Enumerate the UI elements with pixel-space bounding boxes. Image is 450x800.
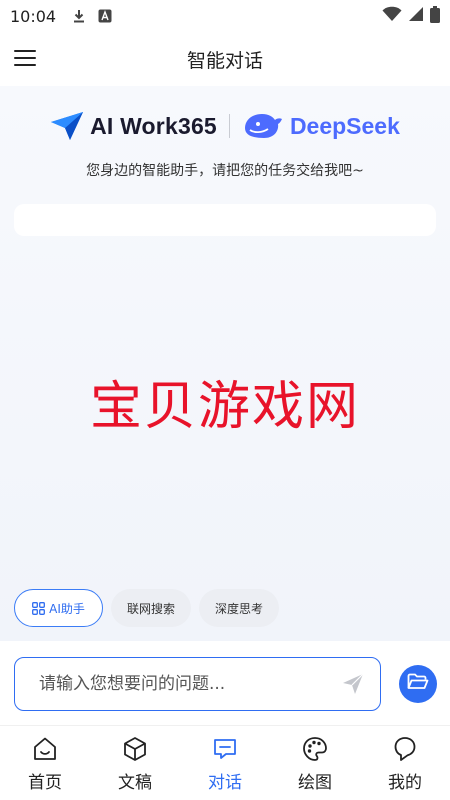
chip-label: 深度思考 xyxy=(215,601,264,616)
page-title: 智能对话 xyxy=(186,49,263,72)
watermark-text: 宝贝游戏网 xyxy=(89,377,360,437)
tab-label: 我的 xyxy=(388,773,422,793)
brand-logos: AI Work365 DeepSeek xyxy=(0,106,450,146)
palette-icon xyxy=(300,734,330,764)
aiwork365-logo: AI Work365 xyxy=(50,111,217,141)
profile-icon xyxy=(390,734,420,764)
chip-web-search[interactable]: 联网搜索 xyxy=(111,589,192,627)
folder-button[interactable] xyxy=(399,665,437,703)
question-input[interactable] xyxy=(39,674,340,694)
question-input-box[interactable] xyxy=(14,657,381,711)
home-icon xyxy=(30,734,60,764)
aiwork365-text: AI Work365 xyxy=(90,112,217,139)
deepseek-text: DeepSeek xyxy=(289,112,400,139)
chip-ai-assistant[interactable]: AI助手 xyxy=(14,589,103,627)
tab-profile[interactable]: 我的 xyxy=(360,726,450,800)
status-indicators xyxy=(382,5,440,27)
grid-icon xyxy=(32,601,46,615)
bottom-tab-bar: 首页 文稿 对话 绘图 我的 xyxy=(0,725,450,800)
battery-icon xyxy=(430,5,440,27)
tab-label: 首页 xyxy=(28,773,62,793)
wifi-icon xyxy=(382,6,402,26)
tab-home[interactable]: 首页 xyxy=(0,726,90,800)
menu-icon[interactable] xyxy=(14,47,36,69)
tab-label: 绘图 xyxy=(298,773,332,793)
brand-divider xyxy=(228,114,230,138)
send-icon[interactable] xyxy=(340,671,366,697)
status-time: 10:04 xyxy=(10,6,57,26)
tab-documents[interactable]: 文稿 xyxy=(90,726,180,800)
paper-plane-icon xyxy=(51,112,84,140)
status-bar: 10:04 xyxy=(0,0,450,32)
whale-icon xyxy=(244,114,282,138)
input-bar xyxy=(0,641,450,725)
chip-deep-thinking[interactable]: 深度思考 xyxy=(199,589,280,627)
chat-area: AI Work365 DeepSeek 您身边的智能助手，请把您的任务交给我吧~… xyxy=(0,86,450,641)
tab-label: 对话 xyxy=(208,773,242,793)
tab-drawing[interactable]: 绘图 xyxy=(270,726,360,800)
download-icon xyxy=(70,7,88,25)
deepseek-logo: DeepSeek xyxy=(242,110,400,142)
chat-icon xyxy=(210,734,240,764)
signal-icon xyxy=(408,6,424,26)
tagline: 您身边的智能助手，请把您的任务交给我吧~ xyxy=(86,163,364,179)
app-bar: 智能对话 xyxy=(0,32,450,86)
chip-label: AI助手 xyxy=(49,601,85,616)
tab-label: 文稿 xyxy=(118,773,152,793)
tab-chat[interactable]: 对话 xyxy=(180,726,270,800)
chip-label: 联网搜索 xyxy=(127,601,176,616)
mode-chips: AI助手 联网搜索 深度思考 xyxy=(14,589,280,627)
font-notification-icon xyxy=(96,7,114,25)
folder-open-icon xyxy=(407,673,429,695)
info-card xyxy=(14,204,436,236)
cube-icon xyxy=(120,734,150,764)
